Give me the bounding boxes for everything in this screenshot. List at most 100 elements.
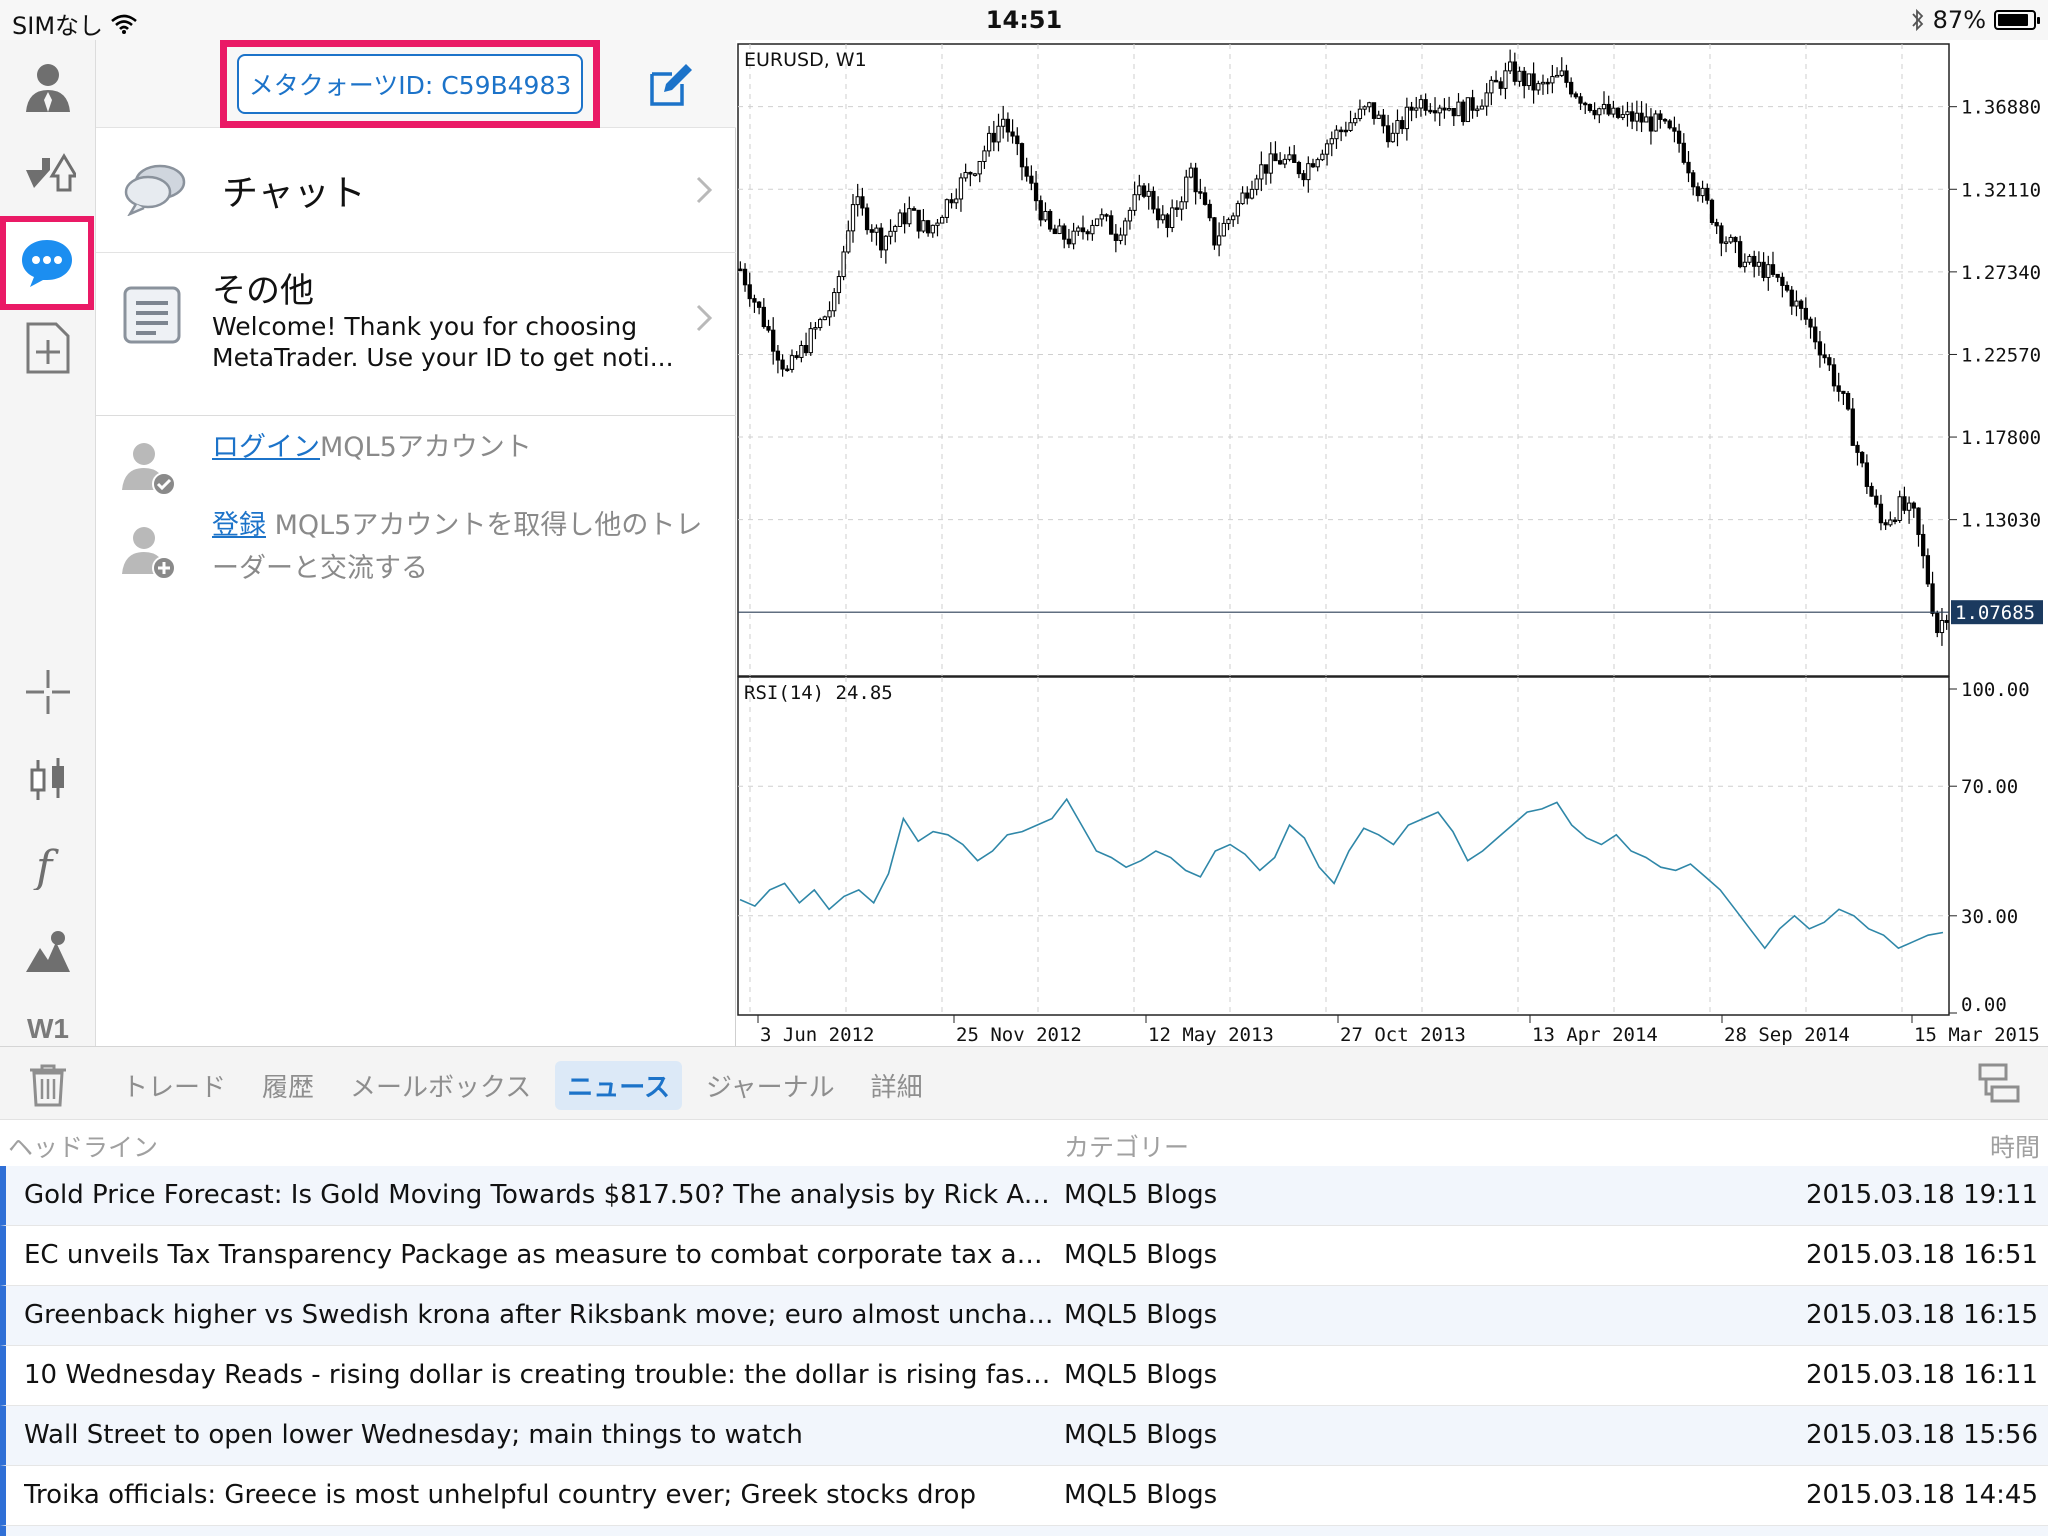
candle-body	[1634, 112, 1640, 122]
candle-body	[1310, 163, 1316, 168]
candle-body	[1113, 233, 1118, 241]
news-table: Gold Price Forecast: Is Gold Moving Towa…	[0, 1166, 2048, 1536]
candle-body	[780, 359, 785, 370]
candle-body	[1005, 118, 1011, 133]
tab-3[interactable]: ニュース	[555, 1061, 682, 1110]
trash-icon[interactable]	[28, 1063, 68, 1107]
tab-0[interactable]: トレード	[110, 1061, 238, 1110]
candle-body	[1085, 231, 1090, 235]
candle-body	[1339, 129, 1344, 133]
candle-body	[1216, 235, 1222, 246]
candle-body	[1348, 122, 1353, 131]
candle-body	[766, 326, 771, 331]
table-row[interactable]: Greenback higher vs Swedish krona after …	[0, 1286, 2048, 1346]
price-y-tick-label: 1.17800	[1961, 427, 2041, 449]
indicators-button[interactable]: f	[8, 826, 88, 906]
candle-body	[1766, 264, 1771, 278]
table-row[interactable]: Troika officials: Greece is most unhelpf…	[0, 1466, 2048, 1526]
time-cell: 2015.03.18 19:11	[1805, 1180, 2038, 1210]
x-tick-label: 15 Mar 2015	[1914, 1024, 2040, 1046]
messages-button[interactable]	[0, 216, 94, 310]
tab-1[interactable]: 履歴	[250, 1061, 326, 1110]
candle-body	[1047, 210, 1053, 230]
chart-type-button[interactable]	[8, 740, 88, 820]
candle-body	[1245, 192, 1250, 199]
candle-body	[1672, 127, 1677, 132]
column-category[interactable]: カテゴリー	[1064, 1128, 1189, 1164]
metaquotes-id-highlight: メタクォーツID: C59B4983	[220, 40, 600, 128]
candle-body	[935, 222, 940, 226]
candle-body	[1118, 234, 1123, 241]
tab-5[interactable]: 詳細	[859, 1061, 935, 1110]
candle-body	[1019, 143, 1025, 168]
price-chart[interactable]: 1.36880 1.32110 1.27340 1.22570 1.17800 1.130…	[736, 40, 2048, 1046]
candle-body	[1930, 583, 1935, 614]
layout-icon[interactable]	[1978, 1063, 2020, 1103]
table-row[interactable]: EC unveils Tax Transparency Package as m…	[0, 1226, 2048, 1286]
candle-body	[813, 327, 818, 330]
shapes-icon	[26, 931, 70, 972]
candle-body	[1226, 219, 1231, 224]
candle-body	[1418, 99, 1424, 109]
rsi-y-tick-label: 30.00	[1961, 906, 2018, 928]
candle-body	[911, 208, 917, 211]
candle-body	[738, 268, 743, 272]
candle-body	[1409, 106, 1414, 111]
candle-body	[949, 199, 954, 204]
candle-body	[1836, 385, 1841, 392]
new-document-button[interactable]	[8, 308, 88, 388]
candle-body	[832, 292, 837, 312]
register-description: MQL5アカウントを取得し他のトレーダーと交流する	[212, 510, 703, 584]
trade-button[interactable]	[8, 134, 88, 214]
candle-body	[855, 196, 860, 206]
objects-button[interactable]	[8, 912, 88, 992]
candle-body	[907, 208, 912, 225]
table-row[interactable]: Wall Street to open lower Wednesday; mai…	[0, 1406, 2048, 1466]
account-button[interactable]	[8, 46, 88, 126]
candle-body	[1498, 81, 1503, 89]
candle-body	[1090, 224, 1095, 235]
candle-body	[1287, 154, 1292, 160]
candle-body	[1001, 118, 1006, 127]
candle-body	[1381, 114, 1386, 127]
candle-body	[1662, 118, 1668, 122]
tab-2[interactable]: メールボックス	[338, 1061, 543, 1110]
candle-body	[982, 150, 987, 162]
other-messages-row[interactable]: その他 Welcome! Thank you for choosing Meta…	[96, 252, 736, 416]
register-link[interactable]: 登録	[212, 510, 266, 541]
candle-body	[874, 227, 879, 233]
metaquotes-id-button[interactable]: メタクォーツID: C59B4983	[237, 54, 583, 114]
candle-body	[1132, 194, 1137, 211]
tab-4[interactable]: ジャーナル	[694, 1061, 847, 1110]
candle-body	[1686, 161, 1691, 174]
candle-body	[879, 227, 884, 251]
terminal-tabs: トレード 履歴 メールボックス ニュース ジャーナル 詳細	[110, 1061, 935, 1110]
rsi-y-tick-label: 70.00	[1961, 776, 2018, 798]
chat-label: チャット	[222, 173, 366, 214]
candle-body	[1897, 496, 1902, 521]
candle-body	[1761, 261, 1766, 278]
candle-body	[1099, 214, 1104, 220]
column-time[interactable]: 時間	[1990, 1128, 2040, 1164]
candle-body	[1578, 96, 1583, 104]
price-y-tick-label: 1.13030	[1961, 510, 2041, 532]
chat-row[interactable]: チャット	[96, 130, 736, 250]
candle-body	[1301, 173, 1306, 181]
crosshair-button[interactable]	[8, 652, 88, 732]
compose-icon[interactable]	[648, 62, 694, 108]
time-cell: 2015.03.18 16:11	[1805, 1360, 2038, 1390]
rsi-y-tick-label: 0.00	[1961, 994, 2007, 1016]
chevron-right-icon	[696, 176, 713, 204]
candle-body	[1644, 116, 1649, 123]
table-row[interactable]: Gold Price Forecast: Is Gold Moving Towa…	[0, 1166, 2048, 1226]
column-headline[interactable]: ヘッドライン	[8, 1128, 158, 1164]
table-row[interactable]: 10 Wednesday Reads - rising dollar is cr…	[0, 1346, 2048, 1406]
candle-body	[1653, 113, 1658, 132]
headline-cell: 10 Wednesday Reads - rising dollar is cr…	[24, 1360, 1054, 1390]
table-row[interactable]: Ryanair plans $15 transatlantic flights …	[0, 1526, 2048, 1536]
candle-body	[1489, 79, 1494, 94]
current-price-label: 1.07685	[1955, 602, 2035, 624]
icon-rail: f W1	[0, 40, 96, 1046]
login-link[interactable]: ログイン	[212, 432, 320, 463]
chart-area[interactable]: 1.36880 1.32110 1.27340 1.22570 1.17800 1.130…	[736, 40, 2048, 1046]
